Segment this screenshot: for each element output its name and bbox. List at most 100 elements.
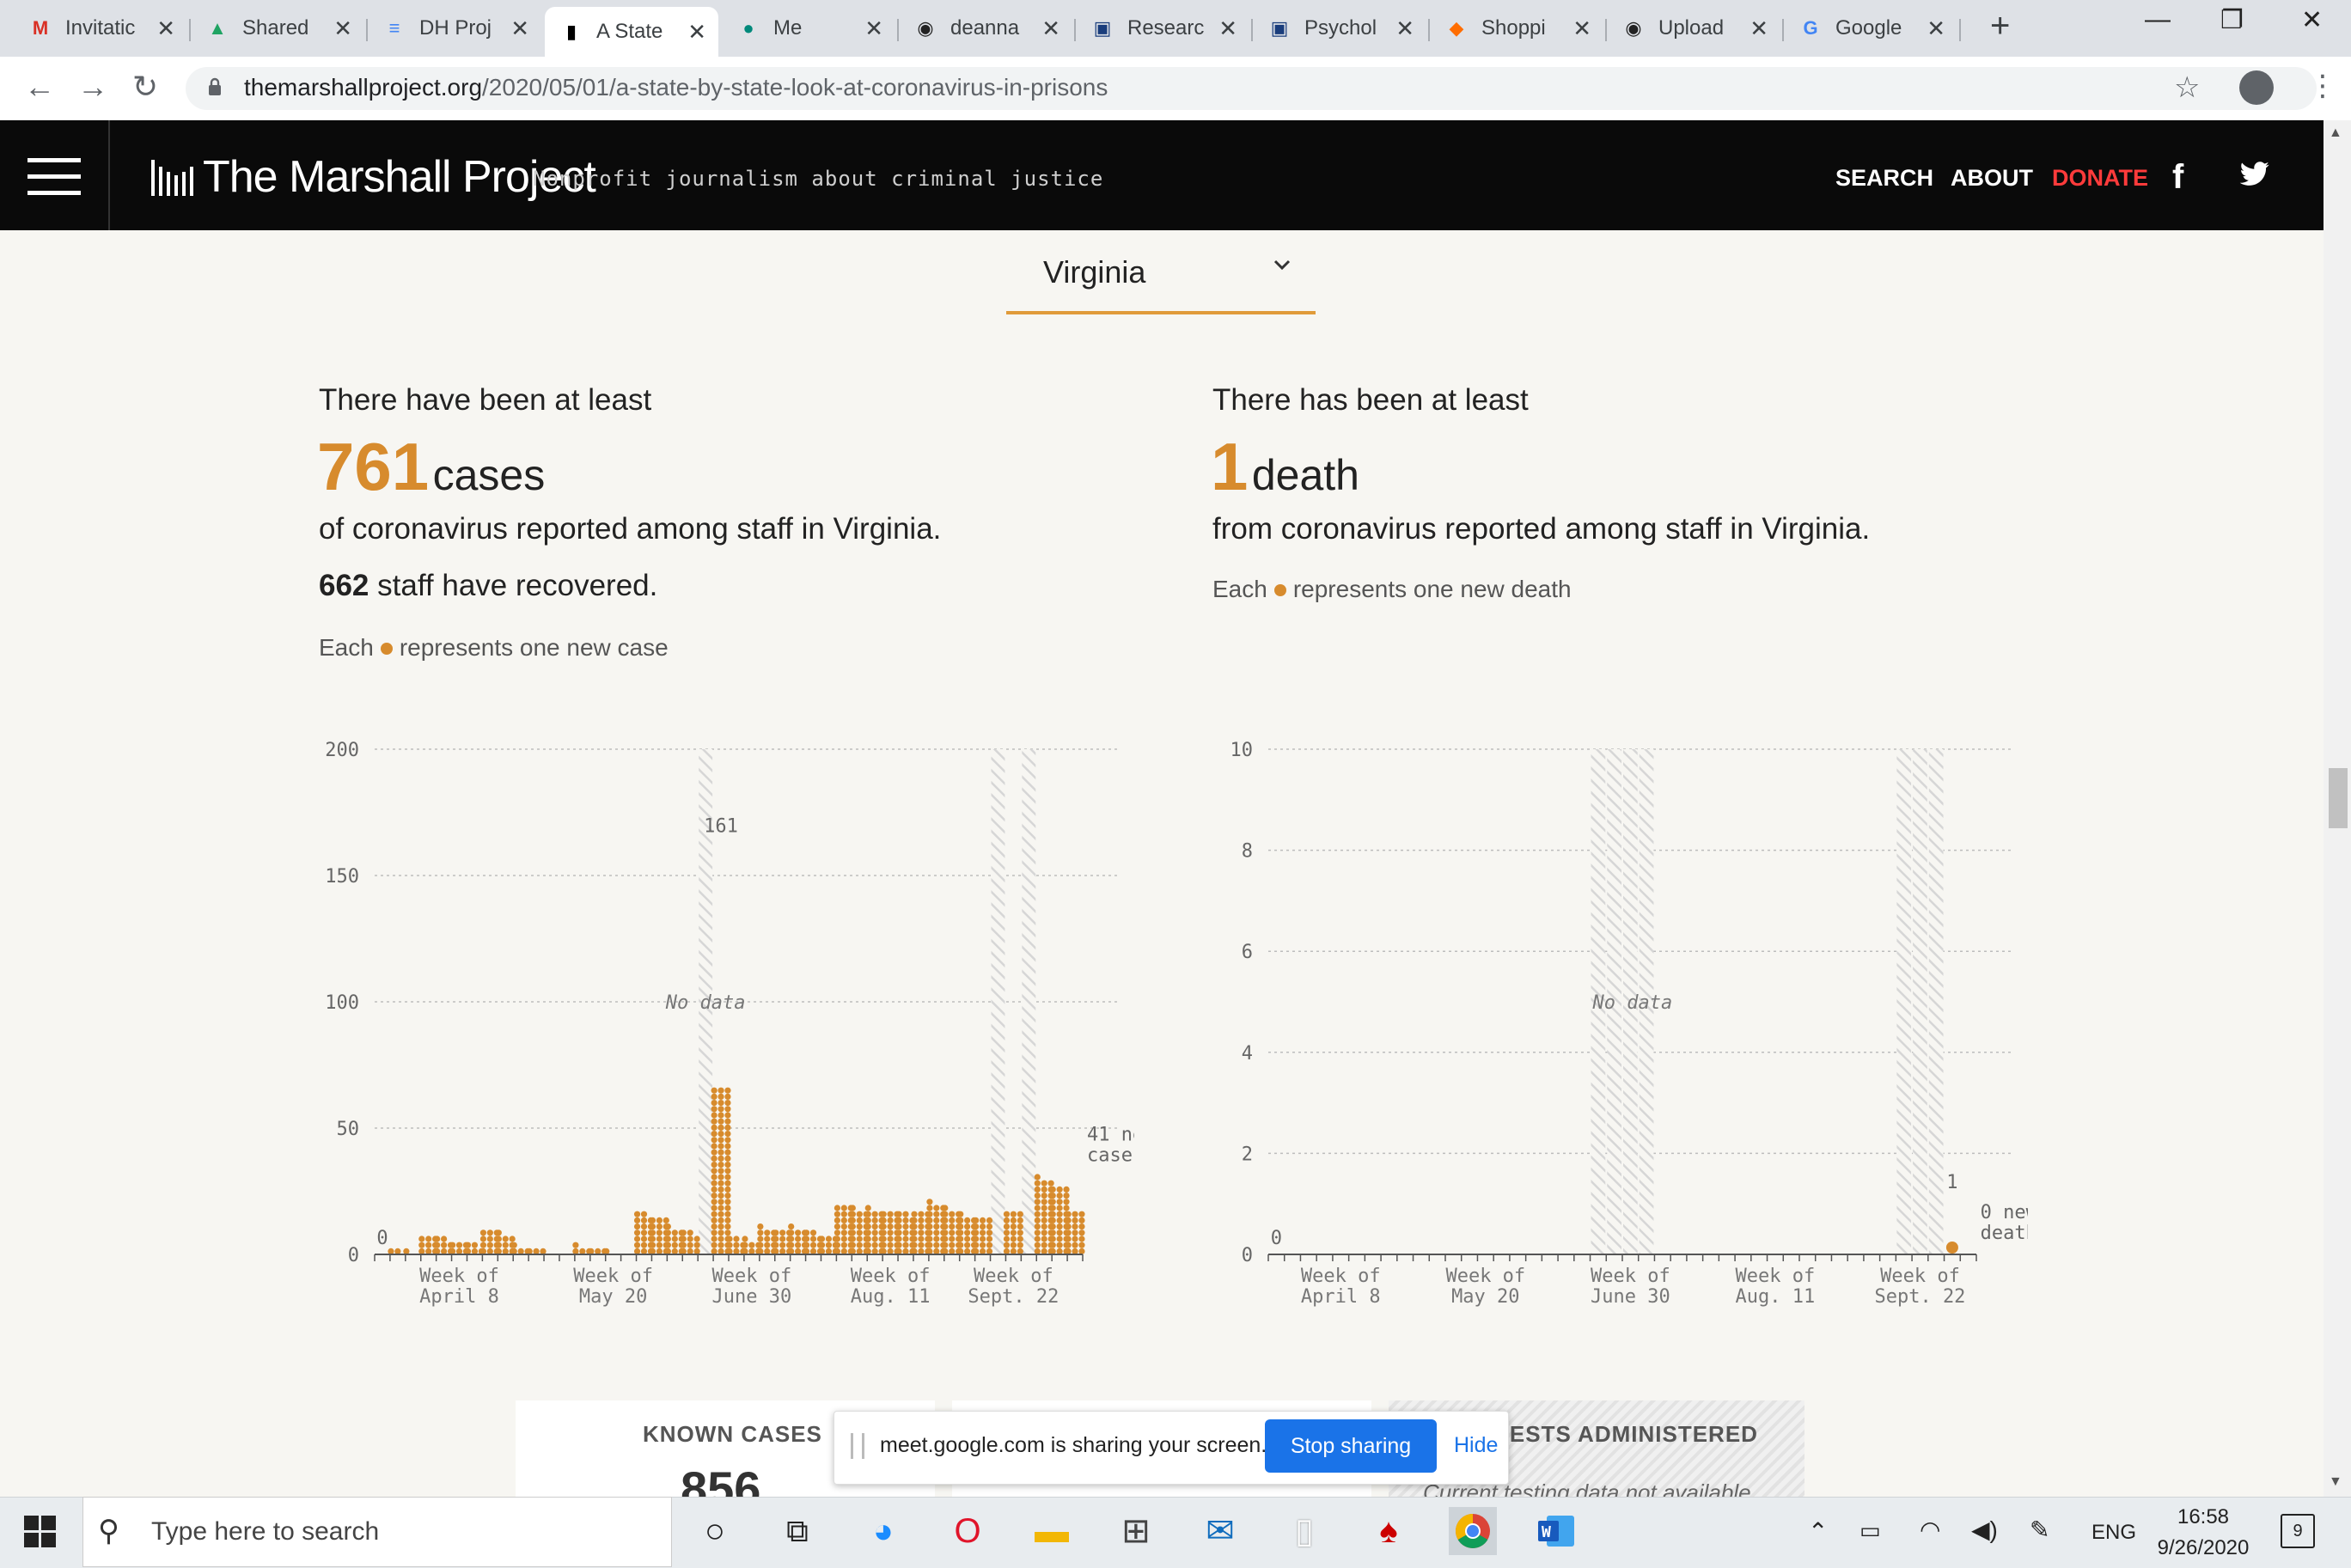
profile-avatar-icon[interactable] xyxy=(2239,70,2274,105)
nav-search-link[interactable]: SEARCH xyxy=(1835,165,1933,192)
data-dot xyxy=(718,1124,724,1131)
close-tab-icon[interactable]: ✕ xyxy=(156,15,175,42)
x-tick-label: Week of xyxy=(573,1266,653,1287)
browser-tab[interactable]: ◉ Upload ✕ xyxy=(1607,7,1780,50)
data-dot xyxy=(1034,1248,1041,1254)
nav-about-link[interactable]: ABOUT xyxy=(1951,165,2033,192)
data-dot xyxy=(418,1235,425,1242)
recovered-text: 662 staff have recovered. xyxy=(319,569,657,603)
pen-icon[interactable]: ✎ xyxy=(2030,1516,2049,1544)
clock-date[interactable]: 9/26/2020 xyxy=(2152,1536,2255,1560)
close-tab-icon[interactable]: ✕ xyxy=(687,19,706,46)
data-dot xyxy=(1065,1235,1072,1242)
close-tab-icon[interactable]: ✕ xyxy=(1395,15,1414,42)
file-explorer-icon[interactable]: ▬ xyxy=(1028,1507,1076,1555)
browser-tab[interactable]: ● Me ✕ xyxy=(722,7,895,50)
mail-icon[interactable]: ✉ xyxy=(1196,1507,1244,1555)
close-tab-icon[interactable]: ✕ xyxy=(510,15,529,42)
clock-time[interactable]: 16:58 xyxy=(2152,1505,2255,1529)
data-dot xyxy=(711,1112,718,1119)
data-dot xyxy=(880,1229,887,1236)
windows-start-icon[interactable] xyxy=(24,1516,57,1553)
cortana-icon[interactable]: ○ xyxy=(691,1507,739,1555)
browser-tab[interactable]: G Google ✕ xyxy=(1784,7,1957,50)
menu-kebab-icon[interactable]: ⋮ xyxy=(2308,69,2337,103)
browser-tab[interactable]: M Invitatic ✕ xyxy=(14,7,187,50)
wifi-icon[interactable]: ◠ xyxy=(1920,1516,1940,1544)
data-dot xyxy=(957,1217,964,1223)
data-dot xyxy=(986,1229,993,1236)
hide-share-bar-button[interactable]: Hide xyxy=(1454,1433,1498,1458)
peak-value-label: 161 xyxy=(704,816,738,838)
bookmark-star-icon[interactable]: ☆ xyxy=(2174,70,2200,105)
browser-tab[interactable]: ▮ A State ✕ xyxy=(545,7,718,57)
tray-chevron-up-icon[interactable]: ⌃ xyxy=(1808,1517,1828,1546)
data-dot xyxy=(1041,1205,1047,1211)
task-view-icon[interactable]: ⧉ xyxy=(773,1507,821,1555)
scroll-up-arrow-icon[interactable]: ▲ xyxy=(2329,125,2342,141)
data-dot xyxy=(434,1248,441,1254)
data-dot xyxy=(495,1235,502,1242)
data-dot xyxy=(1049,1229,1056,1236)
back-icon[interactable]: ← xyxy=(24,69,55,105)
solitaire-icon[interactable]: ♠ xyxy=(1365,1507,1413,1555)
stop-sharing-button[interactable]: Stop sharing xyxy=(1265,1419,1437,1473)
data-dot xyxy=(856,1242,863,1248)
facebook-icon[interactable]: f xyxy=(2172,158,2183,197)
twitter-icon[interactable] xyxy=(2239,162,2270,192)
reload-icon[interactable]: ↻ xyxy=(132,69,158,105)
data-dot xyxy=(918,1248,925,1254)
data-dot xyxy=(809,1235,817,1242)
restore-button[interactable]: ❐ xyxy=(2220,5,2244,35)
y-tick-label: 50 xyxy=(337,1119,360,1140)
data-dot xyxy=(718,1180,724,1187)
chrome-icon[interactable] xyxy=(1449,1507,1497,1555)
data-dot xyxy=(1078,1211,1085,1217)
browser-tab[interactable]: ▲ Shared ✕ xyxy=(191,7,364,50)
browser-tab[interactable]: ▣ Psychol ✕ xyxy=(1253,7,1426,50)
opera-icon[interactable]: O xyxy=(943,1507,992,1555)
close-tab-icon[interactable]: ✕ xyxy=(1572,15,1591,42)
battery-icon[interactable]: ▭ xyxy=(1859,1517,1881,1544)
nav-donate-link[interactable]: DONATE xyxy=(2052,165,2148,192)
data-dot xyxy=(880,1248,887,1254)
notifications-icon[interactable]: 9 xyxy=(2281,1514,2315,1548)
data-dot xyxy=(902,1242,909,1248)
data-dot xyxy=(649,1235,656,1242)
microsoft-store-icon[interactable]: ⊞ xyxy=(1112,1507,1160,1555)
close-window-button[interactable]: ✕ xyxy=(2301,5,2323,35)
cases-legend: Each represents one new case xyxy=(319,634,669,662)
data-dot xyxy=(803,1248,810,1254)
data-dot xyxy=(880,1217,887,1223)
word-icon[interactable]: W xyxy=(1533,1507,1581,1555)
close-tab-icon[interactable]: ✕ xyxy=(1750,15,1768,42)
scrollbar-thumb[interactable] xyxy=(2329,768,2348,828)
close-tab-icon[interactable]: ✕ xyxy=(1927,15,1945,42)
url-text[interactable]: themarshallproject.org/2020/05/01/a-stat… xyxy=(244,74,1108,101)
minimize-button[interactable]: — xyxy=(2145,5,2171,34)
data-dot xyxy=(495,1242,502,1248)
browser-tab[interactable]: ▣ Researc ✕ xyxy=(1076,7,1249,50)
browser-tab[interactable]: ≡ DH Proj ✕ xyxy=(368,7,541,50)
close-tab-icon[interactable]: ✕ xyxy=(864,15,883,42)
volume-icon[interactable]: ◀) xyxy=(1971,1516,1998,1544)
y-tick-label: 2 xyxy=(1242,1144,1253,1165)
scroll-down-arrow-icon[interactable]: ▼ xyxy=(2329,1474,2342,1490)
shopping-icon: ◆ xyxy=(1449,17,1464,39)
drag-handle-icon[interactable] xyxy=(851,1433,864,1459)
edge-icon[interactable]: ◕ xyxy=(859,1507,907,1555)
close-tab-icon[interactable]: ✕ xyxy=(1041,15,1060,42)
data-dot xyxy=(1003,1242,1011,1248)
language-indicator[interactable]: ENG xyxy=(2091,1521,2136,1545)
close-tab-icon[interactable]: ✕ xyxy=(333,15,352,42)
hamburger-menu-icon[interactable] xyxy=(27,158,81,195)
notepad-icon[interactable]: ▯ xyxy=(1280,1507,1328,1555)
data-dot xyxy=(649,1229,656,1236)
data-dot xyxy=(1945,1242,1958,1254)
new-tab-button[interactable]: + xyxy=(1990,7,2010,46)
browser-tab[interactable]: ◉ deanna ✕ xyxy=(899,7,1072,50)
data-dot xyxy=(718,1112,724,1119)
forward-icon[interactable]: → xyxy=(77,69,108,105)
browser-tab[interactable]: ◆ Shoppi ✕ xyxy=(1430,7,1603,50)
close-tab-icon[interactable]: ✕ xyxy=(1218,15,1237,42)
